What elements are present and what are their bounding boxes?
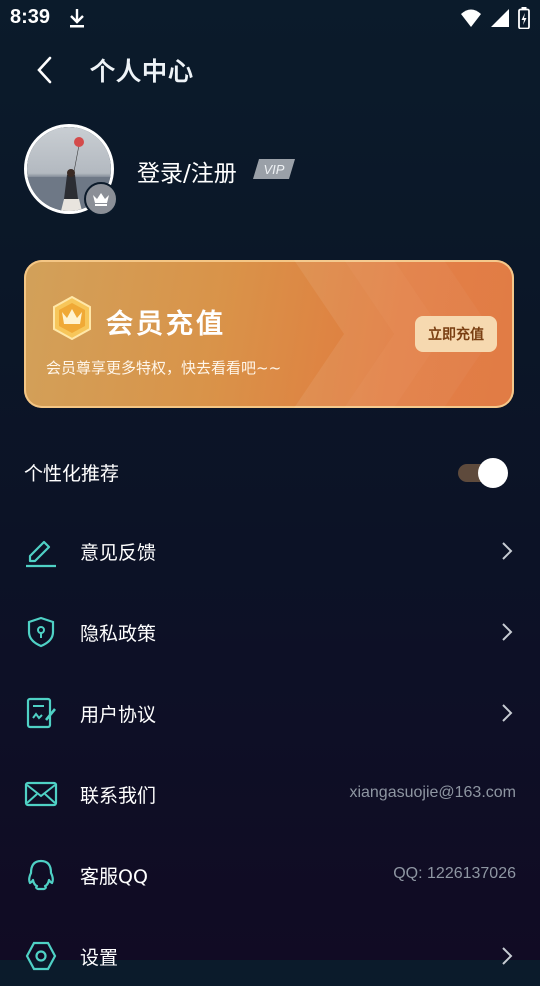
personalized-recommendation-toggle[interactable] (456, 457, 510, 488)
toggle-label: 个性化推荐 (24, 463, 120, 485)
page-title: 个人中心 (90, 57, 195, 86)
vip-recharge-card[interactable]: 会员充值 会员尊享更多特权，快去看看吧~~ 立即充值 (24, 260, 514, 408)
chevron-right-icon (500, 541, 514, 561)
status-time: 8:39 (10, 6, 51, 28)
chevron-right-icon (500, 622, 514, 642)
download-icon (68, 7, 86, 33)
vip-tag-label: VIP (264, 162, 285, 177)
shield-icon (24, 615, 58, 649)
menu-label: 意见反馈 (80, 542, 157, 564)
vip-tag: VIP (251, 158, 295, 180)
menu-item-privacy-policy[interactable]: 隐私政策 (0, 602, 540, 662)
qq-number: QQ: 1226137026 (393, 865, 516, 882)
document-icon (24, 696, 58, 730)
qq-icon (24, 858, 58, 892)
menu-item-feedback[interactable]: 意见反馈 (0, 521, 540, 581)
menu-item-settings[interactable]: 设置 (0, 926, 540, 986)
header: 个人中心 (0, 44, 540, 94)
contact-email: xiangasuojie@163.com (349, 784, 516, 801)
crown-badge (84, 182, 118, 216)
menu-label: 客服QQ (80, 866, 148, 888)
menu-item-contact-us[interactable]: 联系我们 xiangasuojie@163.com (0, 764, 540, 824)
menu-item-customer-service-qq[interactable]: 客服QQ QQ: 1226137026 (0, 845, 540, 905)
settings-icon (24, 939, 58, 973)
menu-label: 用户协议 (80, 704, 157, 726)
menu-label: 隐私政策 (80, 623, 157, 645)
back-button[interactable] (26, 52, 62, 88)
login-register-link[interactable]: 登录/注册 (137, 154, 237, 188)
recharge-now-button[interactable]: 立即充值 (415, 316, 497, 352)
wifi-icon (461, 9, 481, 27)
vip-card-subtitle: 会员尊享更多特权，快去看看吧~~ (46, 359, 282, 377)
menu-item-user-agreement[interactable]: 用户协议 (0, 683, 540, 743)
chevron-right-icon (500, 946, 514, 966)
battery-icon (518, 7, 530, 29)
vip-card-title: 会员充值 (106, 309, 226, 340)
mail-icon (24, 777, 58, 811)
signal-icon (491, 9, 509, 27)
menu-label: 联系我们 (80, 785, 157, 807)
crown-icon (93, 193, 109, 206)
toggle-knob (478, 458, 508, 488)
menu-label: 设置 (80, 947, 119, 969)
edit-icon (24, 534, 58, 568)
avatar[interactable] (24, 124, 118, 216)
back-arrow-icon (37, 56, 52, 84)
personalized-recommendation-row: 个性化推荐 (24, 449, 514, 495)
status-bar: 8:39 (0, 0, 540, 36)
profile-section: 登录/注册 VIP (24, 124, 524, 216)
chevron-right-icon (500, 703, 514, 723)
vip-crown-badge-icon (52, 295, 92, 341)
status-icons (460, 7, 530, 29)
